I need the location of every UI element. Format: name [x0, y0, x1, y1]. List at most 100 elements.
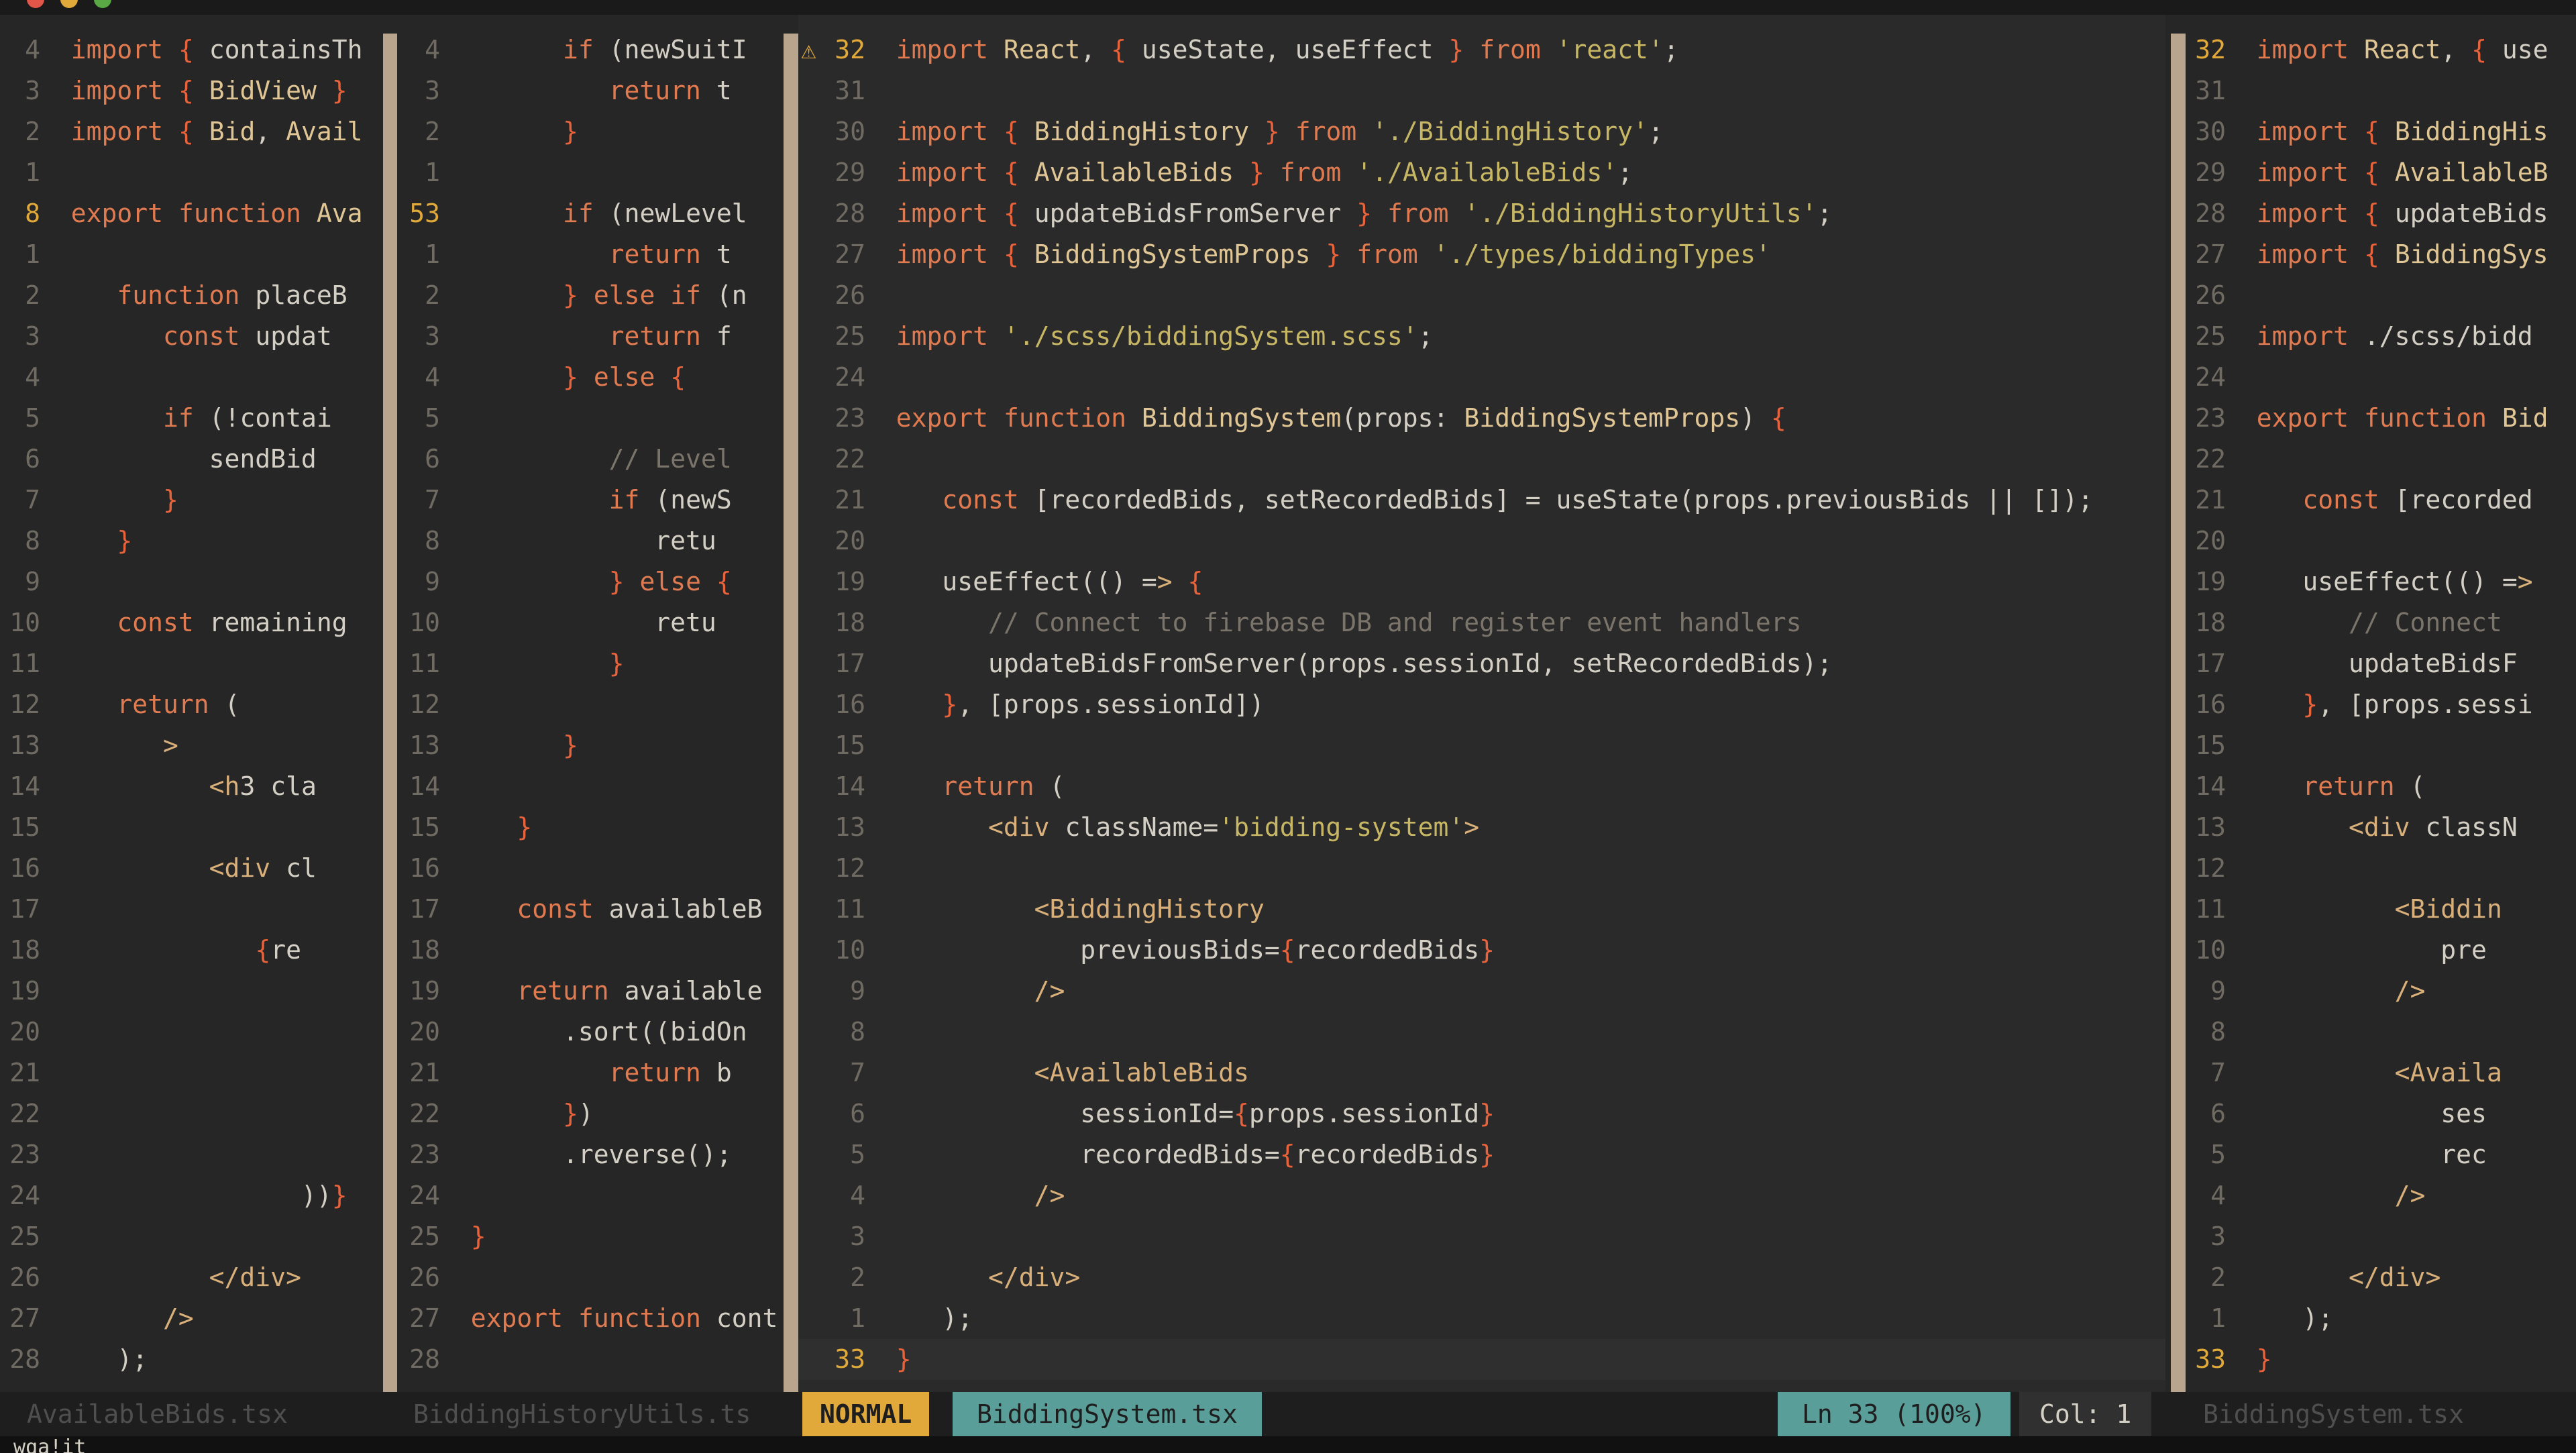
code-line[interactable]: 17 const availableB	[397, 889, 784, 930]
code-line[interactable]: 7 if (newS	[397, 480, 784, 521]
code-line[interactable]: 12	[2186, 848, 2576, 889]
code-line[interactable]: 6 ses	[2186, 1093, 2576, 1134]
code-line[interactable]: 4	[0, 357, 386, 398]
code-text[interactable]: </div>	[896, 1262, 1080, 1292]
code-line[interactable]: 20	[2186, 521, 2576, 561]
code-text[interactable]: import { BiddingHistory } from './Biddin…	[896, 117, 1664, 146]
code-line[interactable]: 10 retu	[397, 602, 784, 643]
code-text[interactable]: import { BiddingHis	[2257, 117, 2548, 146]
code-line[interactable]: 9	[0, 561, 386, 602]
code-text[interactable]: import { AvailableBids } from './Availab…	[896, 158, 1633, 187]
code-text[interactable]: return (	[71, 690, 239, 719]
code-text[interactable]: }	[471, 1222, 486, 1251]
code-text[interactable]: return t	[471, 76, 732, 105]
code-line[interactable]: 19 return available	[397, 971, 784, 1012]
code-text[interactable]: export function BiddingSystem(props: Bid…	[896, 403, 1786, 433]
code-text[interactable]: <Biddin	[2257, 894, 2502, 924]
status-filename-pane-1[interactable]: AvailableBids.tsx	[27, 1392, 288, 1436]
code-text[interactable]: if (newS	[471, 485, 732, 515]
code-line[interactable]: 2 </div>	[2186, 1257, 2576, 1298]
code-text[interactable]: import { Bid, Avail	[71, 117, 363, 146]
code-text[interactable]: if (!contai	[71, 403, 332, 433]
code-line[interactable]: 53 if (newLevel	[397, 193, 784, 234]
warning-icon[interactable]: ⚠	[801, 30, 816, 70]
code-text[interactable]: import React, { use	[2257, 35, 2548, 64]
code-line[interactable]: 5 recordedBids={recordedBids}	[798, 1134, 2165, 1175]
code-line[interactable]: 11 <BiddingHistory	[798, 889, 2165, 930]
code-line[interactable]: 5	[397, 398, 784, 439]
code-line[interactable]: 21 return b	[397, 1053, 784, 1093]
code-text[interactable]: import ./scss/bidd	[2257, 321, 2533, 351]
code-text[interactable]: }	[471, 731, 578, 760]
code-text[interactable]: } else {	[471, 362, 686, 392]
code-line[interactable]: 1 return t	[397, 234, 784, 275]
code-line[interactable]: 4 } else {	[397, 357, 784, 398]
code-line[interactable]: 3	[2186, 1216, 2576, 1257]
code-line[interactable]: 4 import { containsTh	[0, 30, 386, 70]
code-text[interactable]: }, [props.sessi	[2257, 690, 2532, 719]
code-line[interactable]: 14 <h3 cla	[0, 766, 386, 807]
code-line[interactable]: 30 import { BiddingHistory } from './Bid…	[798, 111, 2165, 152]
code-text[interactable]: if (newSuitI	[471, 35, 747, 64]
code-text[interactable]: // Level	[471, 444, 732, 474]
code-text[interactable]: import { BiddingSys	[2257, 239, 2548, 269]
code-line[interactable]: 22	[798, 439, 2165, 480]
editor-pane-available-bids[interactable]: 4 import { containsTh 3 import { BidView …	[0, 15, 386, 1395]
code-text[interactable]: import { BidView }	[71, 76, 347, 105]
code-line[interactable]: 33 }	[2186, 1339, 2576, 1380]
code-line[interactable]: 2 } else if (n	[397, 275, 784, 316]
code-line[interactable]: 25 import './scss/biddingSystem.scss';	[798, 316, 2165, 357]
code-line[interactable]: 2 import { Bid, Avail	[0, 111, 386, 152]
code-line[interactable]: 1 );	[798, 1298, 2165, 1339]
code-line[interactable]: 2 }	[397, 111, 784, 152]
code-line[interactable]: 26	[798, 275, 2165, 316]
editor-pane-bidding-history-utils[interactable]: 4 if (newSuitI 3 return t2 } 1 53 if (newL…	[397, 15, 784, 1395]
code-text[interactable]: }	[896, 1344, 912, 1374]
code-text[interactable]: import './scss/biddingSystem.scss';	[896, 321, 1434, 351]
code-line[interactable]: 9 />	[798, 971, 2165, 1012]
code-line[interactable]: 11	[0, 643, 386, 684]
code-line[interactable]: 24	[798, 357, 2165, 398]
code-line[interactable]: 13 <div className='bidding-system'>	[798, 807, 2165, 848]
code-line[interactable]: 7 }	[0, 480, 386, 521]
code-text[interactable]: })	[471, 1099, 594, 1128]
code-text[interactable]: <AvailableBids	[896, 1058, 1249, 1087]
code-text[interactable]: .sort((bidOn	[471, 1017, 747, 1046]
code-line[interactable]: 25	[0, 1216, 386, 1257]
code-line[interactable]: 1	[397, 152, 784, 193]
code-line[interactable]: 27 export function cont	[397, 1298, 784, 1339]
code-line[interactable]: 21 const [recorded	[2186, 480, 2576, 521]
code-text[interactable]: return available	[471, 976, 762, 1006]
code-text[interactable]: </div>	[71, 1262, 301, 1292]
code-line[interactable]: 10 const remaining	[0, 602, 386, 643]
code-line[interactable]: 3 import { BidView }	[0, 70, 386, 111]
code-text[interactable]: import { BiddingSystemProps } from './ty…	[896, 239, 1771, 269]
code-line[interactable]: 22 })	[397, 1093, 784, 1134]
code-text[interactable]: .reverse();	[471, 1140, 732, 1169]
code-text[interactable]: ses	[2257, 1099, 2487, 1128]
code-text[interactable]: {re	[71, 935, 301, 965]
code-text[interactable]: if (newLevel	[471, 199, 747, 228]
code-line[interactable]: 13 }	[397, 725, 784, 766]
code-line[interactable]: 11 <Biddin	[2186, 889, 2576, 930]
editor-pane-bidding-system-active[interactable]: 3 2 ⚠ import React, { useState, useEffect …	[798, 15, 2165, 1395]
code-text[interactable]: <h3 cla	[71, 771, 317, 801]
code-line[interactable]: 9 />	[2186, 971, 2576, 1012]
code-text[interactable]: />	[896, 976, 1065, 1006]
code-text[interactable]: // Connect to firebase DB and register e…	[896, 608, 1802, 637]
code-line[interactable]: 18	[397, 930, 784, 971]
status-filename-active[interactable]: BiddingSystem.tsx	[953, 1392, 1262, 1436]
zoom-window-button[interactable]	[94, 0, 111, 8]
code-line[interactable]: 20 .sort((bidOn	[397, 1012, 784, 1053]
code-text[interactable]: />	[2257, 1181, 2426, 1210]
code-text[interactable]: import { updateBidsFromServer } from './…	[896, 199, 1833, 228]
close-window-button[interactable]	[27, 0, 44, 8]
code-line[interactable]: 19 useEffect(() => {	[798, 561, 2165, 602]
code-text[interactable]: );	[896, 1303, 973, 1333]
code-line[interactable]: 8 }	[0, 521, 386, 561]
code-line[interactable]: 3 return t	[397, 70, 784, 111]
code-line[interactable]: 9 } else {	[397, 561, 784, 602]
code-text[interactable]: useEffect(() => {	[896, 567, 1203, 596]
code-text[interactable]: export function Bid	[2257, 403, 2548, 433]
code-text[interactable]: const [recordedBids, setRecordedBids] = …	[896, 485, 2093, 515]
